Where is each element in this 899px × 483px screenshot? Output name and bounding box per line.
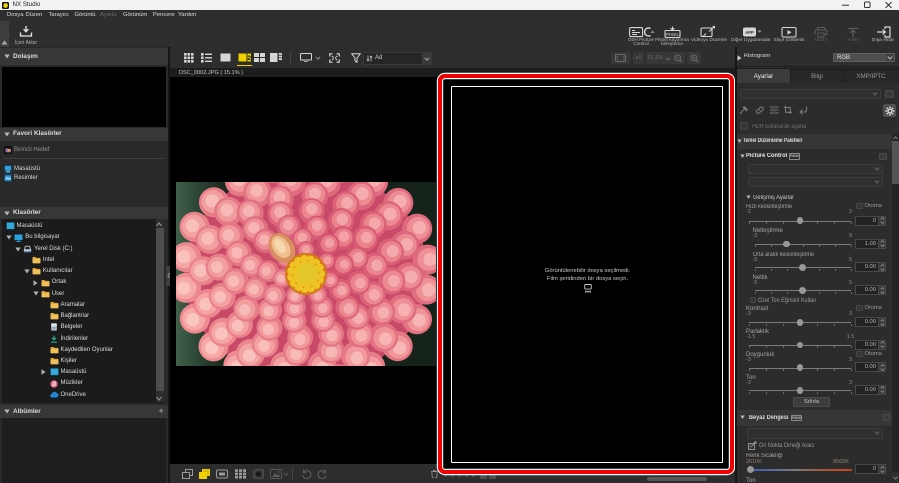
svg-text:APP: APP (745, 30, 754, 35)
svg-text:2: 2 (247, 56, 250, 62)
svg-text:PIXEL: PIXEL (666, 32, 679, 37)
